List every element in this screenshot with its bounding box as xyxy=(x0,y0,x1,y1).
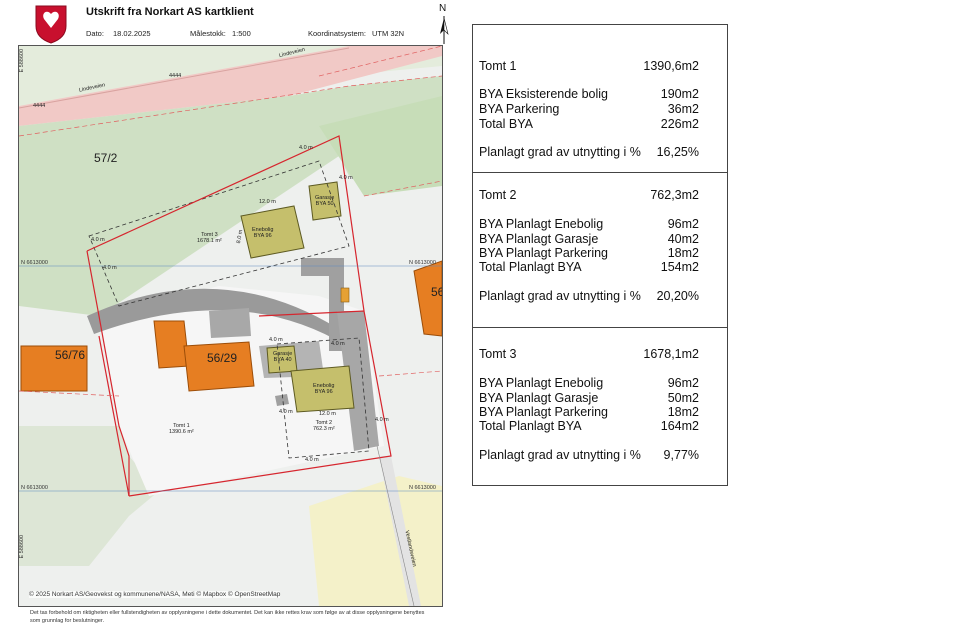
building-label: Garasje BYA 40 xyxy=(273,351,293,363)
coord-label: N 6613000 xyxy=(409,485,436,491)
table-row: BYA Parkering 36m2 xyxy=(479,102,699,116)
section-title-row: Tomt 3 1678,1m2 xyxy=(479,347,699,361)
road-number: 4444 xyxy=(33,103,46,109)
map-view[interactable]: 57/2 56/76 56/29 56 Lindeveien Lindeveie… xyxy=(18,45,443,607)
plot-label: Tomt 1 1390.6 m² xyxy=(169,423,194,435)
section-title-row: Tomt 1 1390,6m2 xyxy=(479,59,699,73)
table-row: BYA Planlagt Enebolig 96m2 xyxy=(479,376,699,390)
dimension-label: 4.0 m xyxy=(91,237,105,243)
building-label: Garasje BYA 50 xyxy=(315,195,335,207)
coord-label: N 6613000 xyxy=(409,260,436,266)
parcel-label: 56 xyxy=(431,285,442,299)
dimension-label: 4.0 m xyxy=(269,337,283,343)
section-divider xyxy=(473,172,727,173)
section-title-row: Tomt 2 762,3m2 xyxy=(479,188,699,202)
date-value: 18.02.2025 xyxy=(113,29,151,38)
dimension-label: 12.0 m xyxy=(319,411,336,417)
dimension-label: 4.0 m xyxy=(103,265,117,271)
map-attribution: © 2025 Norkart AS/Geovekst og kommunene/… xyxy=(29,591,281,598)
utnytting-row: Planlagt grad av utnytting i % 20,20% xyxy=(479,289,699,303)
table-row: Total Planlagt BYA 164m2 xyxy=(479,419,699,433)
dimension-label: 12.0 m xyxy=(259,199,276,205)
utnytting-row: Planlagt grad av utnytting i % 16,25% xyxy=(479,145,699,159)
table-row: BYA Eksisterende bolig 190m2 xyxy=(479,87,699,101)
dimension-label: 4.0 m xyxy=(331,341,345,347)
parcel-label: 56/29 xyxy=(207,351,238,365)
table-row: Total Planlagt BYA 154m2 xyxy=(479,260,699,274)
table-row: BYA Planlagt Enebolig 96m2 xyxy=(479,217,699,231)
road-number: 4444 xyxy=(169,73,182,79)
north-arrow-icon: N xyxy=(436,4,452,46)
coord-label: N 6613000 xyxy=(21,260,48,266)
printout-title: Utskrift fra Norkart AS kartklient xyxy=(86,6,254,18)
plot-label: Tomt 2 762.3 m² xyxy=(313,420,335,432)
scale-label: Målestokk: xyxy=(190,29,226,38)
dimension-label: 4.0 m xyxy=(339,175,353,181)
disclaimer-text: Det tas forbehold om riktigheten eller f… xyxy=(30,610,425,624)
coord-label: E 588600 xyxy=(19,48,26,73)
building-label: Enebolig BYA 96 xyxy=(313,383,335,395)
date-label: Dato: xyxy=(86,29,104,38)
dimension-label: 4.0 m xyxy=(279,409,293,415)
table-row: Total BYA 226m2 xyxy=(479,117,699,131)
table-row: BYA Planlagt Garasje 40m2 xyxy=(479,232,699,246)
crs-value: UTM 32N xyxy=(372,29,405,38)
dimension-label: 4.0 m xyxy=(305,457,319,463)
area-table: Tomt 1 1390,6m2 BYA Eksisterende bolig 190… xyxy=(472,24,728,486)
scale-value: 1:500 xyxy=(232,29,251,38)
dimension-label: 4.0 m xyxy=(375,417,389,423)
plot-label: Tomt 3 1678.1 m² xyxy=(197,232,222,244)
coord-label: N 6613000 xyxy=(21,485,48,491)
building-label: Enebolig BYA 96 xyxy=(252,227,274,239)
map-graphics xyxy=(19,46,442,606)
utnytting-row: Planlagt grad av utnytting i % 9,77% xyxy=(479,448,699,462)
parcel-label: 57/2 xyxy=(94,151,118,165)
coord-label: E 588600 xyxy=(19,534,26,559)
dimension-label: 4.0 m xyxy=(299,145,313,151)
table-row: BYA Planlagt Garasje 50m2 xyxy=(479,391,699,405)
parcel-label: 56/76 xyxy=(55,348,86,362)
section-divider xyxy=(473,327,727,328)
crs-label: Koordinatsystem: xyxy=(308,29,366,38)
municipality-logo xyxy=(35,5,67,44)
table-row: BYA Planlagt Parkering 18m2 xyxy=(479,405,699,419)
table-row: BYA Planlagt Parkering 18m2 xyxy=(479,246,699,260)
